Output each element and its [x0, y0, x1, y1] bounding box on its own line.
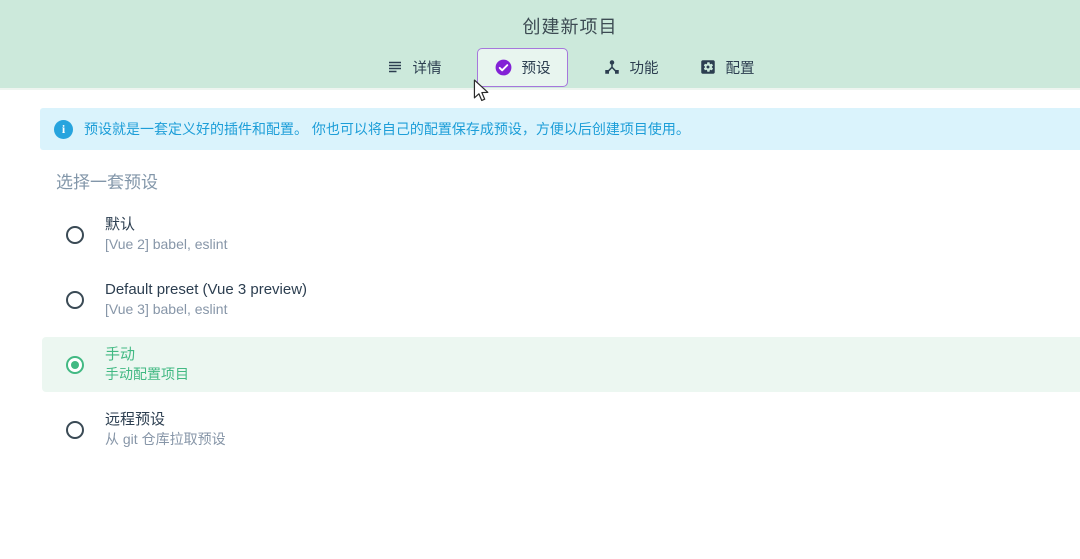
preset-option-vue3-default[interactable]: Default preset (Vue 3 preview) [Vue 3] b… [42, 272, 1080, 327]
section-heading: 选择一套预设 [56, 173, 158, 192]
preset-description: 从 git 仓库拉取预设 [105, 431, 226, 448]
page-header: 创建新项目 详情 预设 功能 配置 [0, 0, 1080, 90]
tab-configuration[interactable]: 配置 [694, 48, 760, 87]
preset-list: 默认 [Vue 2] babel, eslint Default preset … [0, 207, 1080, 457]
preset-option-remote[interactable]: 远程预设 从 git 仓库拉取预设 [42, 402, 1080, 457]
preset-name: Default preset (Vue 3 preview) [105, 281, 308, 299]
preset-texts: Default preset (Vue 3 preview) [Vue 3] b… [105, 281, 307, 318]
hub-icon [603, 58, 621, 76]
radio-button[interactable] [66, 290, 84, 309]
preset-option-default[interactable]: 默认 [Vue 2] babel, eslint [42, 207, 1080, 262]
settings-icon [699, 58, 717, 76]
presets-panel: i 预设就是一套定义好的插件和配置。 你也可以将自己的配置保存成预设，方便以后创… [0, 108, 1080, 457]
tab-label: 配置 [725, 60, 755, 77]
tab-details[interactable]: 详情 [381, 48, 447, 87]
preset-name: 手动 [105, 346, 136, 364]
tab-label: 功能 [629, 60, 659, 77]
info-icon: i [54, 119, 73, 139]
radio-button[interactable] [66, 225, 84, 244]
radio-button[interactable] [66, 420, 84, 439]
radio-button-checked[interactable] [66, 355, 84, 374]
tab-presets[interactable]: 预设 [476, 47, 568, 87]
tab-features[interactable]: 功能 [598, 48, 664, 87]
preset-texts: 手动 手动配置项目 [105, 346, 189, 383]
preset-texts: 默认 [Vue 2] babel, eslint [105, 216, 227, 253]
preset-description: [Vue 3] babel, eslint [105, 300, 228, 317]
preset-texts: 远程预设 从 git 仓库拉取预设 [105, 411, 226, 448]
tab-label: 详情 [412, 60, 442, 77]
check-circle-icon [494, 58, 513, 77]
preset-name: 远程预设 [105, 411, 166, 429]
banner-text: 预设就是一套定义好的插件和配置。 你也可以将自己的配置保存成预设，方便以后创建项… [84, 121, 690, 137]
preset-description: [Vue 2] babel, eslint [105, 235, 228, 252]
preset-description: 手动配置项目 [105, 366, 189, 383]
tab-bar: 详情 预设 功能 配置 [30, 47, 1080, 87]
info-banner: i 预设就是一套定义好的插件和配置。 你也可以将自己的配置保存成预设，方便以后创… [40, 108, 1080, 150]
preset-option-manual[interactable]: 手动 手动配置项目 [42, 337, 1080, 393]
list-icon [386, 58, 404, 76]
preset-name: 默认 [105, 216, 136, 233]
tab-label: 预设 [521, 60, 551, 77]
page-title: 创建新项目 [522, 17, 618, 37]
